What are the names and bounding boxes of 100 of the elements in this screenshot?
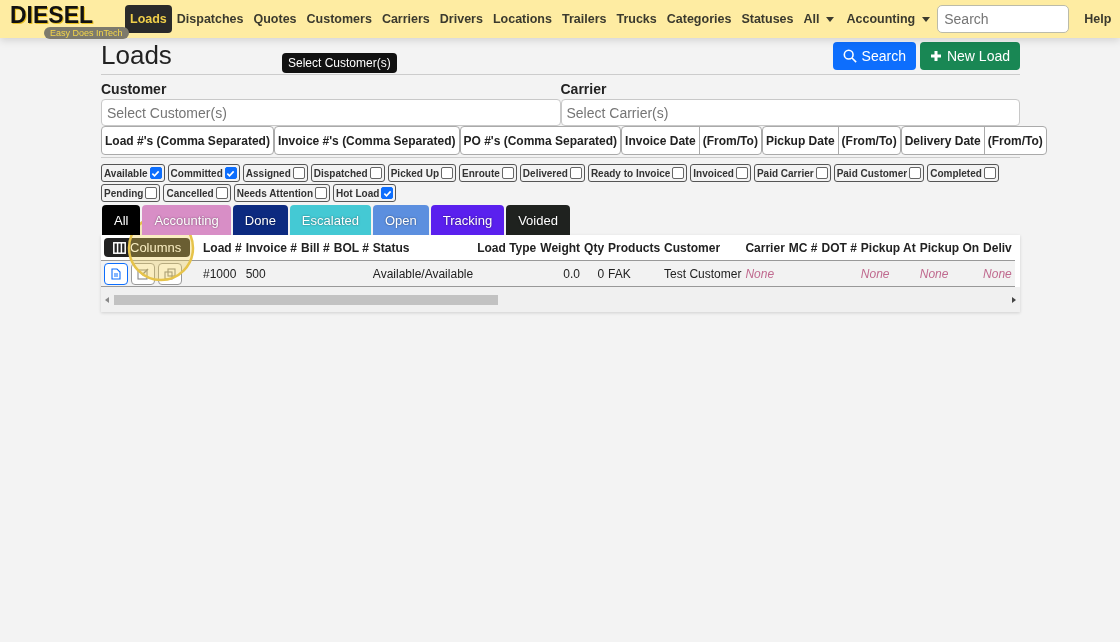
checkbox[interactable]: [215, 187, 228, 199]
nav-link[interactable]: Categories: [661, 5, 737, 33]
table-cell: Test Customer: [664, 266, 742, 281]
new-load-button[interactable]: New Load: [919, 41, 1020, 70]
status-filter[interactable]: Dispatched: [310, 164, 385, 182]
date-range-field[interactable]: Delivery Date (From/To): [900, 126, 1047, 155]
date-range-field[interactable]: Invoice Date (From/To): [621, 126, 762, 155]
page-title: Loads: [101, 40, 172, 71]
field-label: Pickup Date: [764, 132, 836, 150]
nav-link[interactable]: Dispatches: [171, 5, 249, 33]
checkbox[interactable]: [224, 167, 237, 179]
column-header[interactable]: Load Type: [475, 235, 539, 261]
checkbox[interactable]: [501, 167, 514, 179]
tab[interactable]: Done: [232, 205, 288, 235]
status-filter[interactable]: Needs Attention: [233, 184, 330, 202]
help-link[interactable]: Help: [1079, 5, 1117, 33]
tab[interactable]: All: [102, 205, 141, 235]
status-filter[interactable]: Committed: [167, 164, 240, 182]
checkbox[interactable]: [569, 167, 582, 179]
column-header[interactable]: Deliv: [981, 235, 1016, 261]
column-header[interactable]: Invoice #: [243, 235, 300, 261]
table-cell: 0.0: [563, 266, 581, 281]
status-filter[interactable]: Hot Load: [333, 184, 397, 202]
status-filter[interactable]: Cancelled: [163, 184, 231, 202]
status-filter[interactable]: Delivered: [519, 164, 585, 182]
column-header[interactable]: Load #: [201, 235, 244, 261]
status-filter[interactable]: Invoiced: [690, 164, 751, 182]
status-filter[interactable]: Enroute: [459, 164, 517, 182]
column-header[interactable]: Weight: [538, 235, 583, 261]
nav-link[interactable]: Loads: [125, 5, 172, 33]
filter-field[interactable]: Load #'s (Comma Separated): [101, 126, 274, 155]
table-cell: None: [919, 266, 949, 281]
search-field[interactable]: Search: [937, 5, 1070, 33]
logo[interactable]: DIESEL: [10, 3, 94, 27]
nav-link[interactable]: Customers: [301, 5, 377, 33]
column-header[interactable]: BOL #: [331, 235, 371, 261]
checkbox[interactable]: [672, 167, 685, 179]
columns-button[interactable]: Columns: [104, 238, 191, 257]
column-header[interactable]: Status: [370, 235, 476, 261]
table-cell: None: [983, 266, 1012, 281]
column-header[interactable]: Pickup On: [917, 235, 982, 261]
status-filter[interactable]: Picked Up: [387, 164, 457, 182]
checkbox[interactable]: [315, 187, 327, 199]
customer-select[interactable]: Select Customer(s): [101, 99, 561, 126]
dropdown-menu[interactable]: All: [798, 5, 840, 33]
column-header[interactable]: DOT #: [819, 235, 859, 261]
search-icon: [842, 48, 857, 63]
checkbox[interactable]: [983, 167, 996, 179]
plus-icon: [929, 49, 942, 62]
checkbox[interactable]: [381, 187, 394, 199]
view-button[interactable]: [104, 262, 128, 285]
column-header[interactable]: Qty: [582, 235, 607, 261]
tooltip: Select Customer(s): [282, 53, 397, 73]
tab[interactable]: Voided: [506, 205, 570, 235]
nav-link[interactable]: Trailers: [556, 5, 612, 33]
nav-link[interactable]: Drivers: [434, 5, 488, 33]
column-header[interactable]: Carrier: [743, 235, 787, 261]
nav-link[interactable]: Statuses: [736, 5, 799, 33]
search-button[interactable]: Search: [832, 41, 916, 70]
filter-field[interactable]: PO #'s (Comma Separated): [459, 126, 622, 155]
checkbox[interactable]: [149, 167, 162, 179]
status-filter[interactable]: Ready to Invoice: [587, 164, 688, 182]
field-label: (From/To): [698, 127, 761, 154]
document-icon: [111, 267, 121, 280]
field-label: Invoice Date: [624, 132, 697, 150]
dropdown-menu[interactable]: Accounting: [841, 5, 936, 33]
nav-link[interactable]: Locations: [487, 5, 557, 33]
scroll-right-icon[interactable]: [1011, 296, 1016, 303]
copy-button[interactable]: [158, 262, 182, 285]
column-header[interactable]: MC #: [786, 235, 820, 261]
carrier-select[interactable]: Select Carrier(s): [560, 99, 1020, 126]
checkbox[interactable]: [441, 167, 454, 179]
status-filter[interactable]: Available: [101, 164, 165, 182]
filter-field[interactable]: Invoice #'s (Comma Separated): [273, 126, 460, 155]
status-filter[interactable]: Pending: [101, 184, 161, 202]
status-filter[interactable]: Assigned: [242, 164, 308, 182]
nav-link[interactable]: Trucks: [611, 5, 662, 33]
status-filter[interactable]: Completed: [927, 164, 999, 182]
status-filter[interactable]: Paid Customer: [833, 164, 925, 182]
column-header[interactable]: Bill #: [299, 235, 332, 261]
nav-link[interactable]: Carriers: [376, 5, 435, 33]
nav-link[interactable]: Quotes: [248, 5, 302, 33]
checkbox[interactable]: [145, 187, 158, 199]
column-header[interactable]: Pickup At: [858, 235, 918, 261]
column-header[interactable]: Customer: [662, 235, 744, 261]
checkbox[interactable]: [909, 167, 922, 179]
field-label: (From/To): [983, 127, 1046, 154]
status-filter[interactable]: Paid Carrier: [753, 164, 831, 182]
checkbox[interactable]: [292, 167, 305, 179]
column-header[interactable]: Products: [606, 235, 663, 261]
checkbox[interactable]: [369, 167, 382, 179]
horizontal-scrollbar[interactable]: [101, 287, 1020, 312]
edit-button[interactable]: [131, 262, 155, 285]
date-range-field[interactable]: Pickup Date (From/To): [761, 126, 901, 155]
checkbox[interactable]: [815, 167, 828, 179]
scroll-left-icon[interactable]: [105, 296, 110, 303]
checkbox[interactable]: [735, 167, 748, 179]
tab[interactable]: Tracking: [430, 205, 505, 235]
copy-icon: [164, 267, 176, 280]
table-cell: None: [745, 266, 775, 281]
